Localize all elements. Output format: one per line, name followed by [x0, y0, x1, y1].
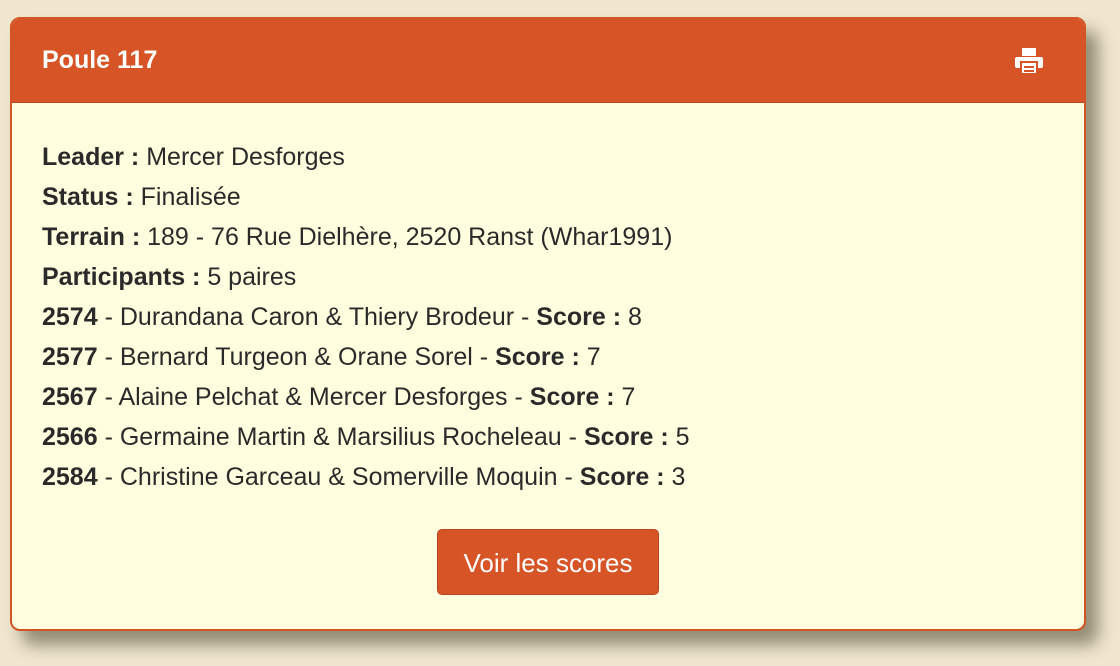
- separator: -: [104, 303, 113, 331]
- score-label: Score :: [579, 463, 665, 491]
- score-value: 7: [586, 343, 601, 371]
- separator: -: [104, 343, 113, 371]
- separator: -: [564, 463, 573, 491]
- team-names: Durandana Caron & Thiery Brodeur: [119, 303, 515, 331]
- score-label: Score :: [495, 343, 580, 371]
- leader-line: Leader : Mercer Desforges: [42, 137, 1084, 177]
- terrain-line: Terrain : 189 - 76 Rue Dielhère, 2520 Ra…: [42, 217, 1084, 257]
- separator: -: [521, 303, 530, 331]
- score-value: 5: [675, 423, 690, 451]
- team-id: 2577: [42, 343, 98, 371]
- score-value: 3: [671, 463, 686, 491]
- score-value: 8: [628, 303, 642, 331]
- team-row: 2577 - Bernard Turgeon & Orane Sorel - S…: [42, 337, 1084, 377]
- team-row: 2567 - Alaine Pelchat & Mercer Desforges…: [42, 377, 1084, 417]
- team-id: 2574: [42, 303, 98, 331]
- status-line: Status : Finalisée: [42, 177, 1084, 217]
- separator: -: [479, 343, 489, 371]
- separator: -: [104, 383, 113, 411]
- status-label: Status :: [42, 183, 134, 211]
- team-names: Bernard Turgeon & Orane Sorel: [119, 343, 473, 371]
- team-row: 2584 - Christine Garceau & Somerville Mo…: [42, 457, 1084, 497]
- status-value: Finalisée: [140, 183, 241, 211]
- panel-title: Poule 117: [42, 46, 158, 74]
- score-label: Score :: [583, 423, 669, 451]
- separator: -: [514, 383, 523, 411]
- view-scores-button[interactable]: Voir les scores: [437, 529, 659, 595]
- team-names: Christine Garceau & Somerville Moquin: [119, 463, 558, 491]
- participants-value: 5 paires: [207, 263, 297, 291]
- actions: Voir les scores: [42, 529, 1084, 595]
- score-label: Score :: [529, 383, 615, 411]
- terrain-value: 189 - 76 Rue Dielhère, 2520 Ranst (Whar1…: [147, 223, 673, 251]
- poule-panel: Poule 117 Leader : Mercer Desforges Stat…: [10, 17, 1086, 631]
- participants-line: Participants : 5 paires: [42, 257, 1084, 297]
- team-row: 2574 - Durandana Caron & Thiery Brodeur …: [42, 297, 1084, 337]
- panel-header: Poule 117: [12, 19, 1084, 103]
- panel-body: Leader : Mercer Desforges Status : Final…: [12, 103, 1084, 595]
- team-id: 2567: [42, 383, 98, 411]
- score-value: 7: [621, 383, 636, 411]
- separator: -: [568, 423, 577, 451]
- team-id: 2584: [42, 463, 98, 491]
- score-label: Score :: [536, 303, 622, 331]
- team-id: 2566: [42, 423, 98, 451]
- terrain-label: Terrain :: [42, 223, 141, 251]
- leader-label: Leader :: [42, 143, 140, 171]
- participants-label: Participants :: [42, 263, 201, 291]
- team-names: Germaine Martin & Marsilius Rocheleau: [119, 423, 562, 451]
- team-row: 2566 - Germaine Martin & Marsilius Roche…: [42, 417, 1084, 457]
- print-icon[interactable]: [1012, 44, 1046, 78]
- leader-value: Mercer Desforges: [146, 143, 345, 171]
- separator: -: [104, 423, 113, 451]
- separator: -: [104, 463, 113, 491]
- team-names: Alaine Pelchat & Mercer Desforges: [118, 383, 508, 411]
